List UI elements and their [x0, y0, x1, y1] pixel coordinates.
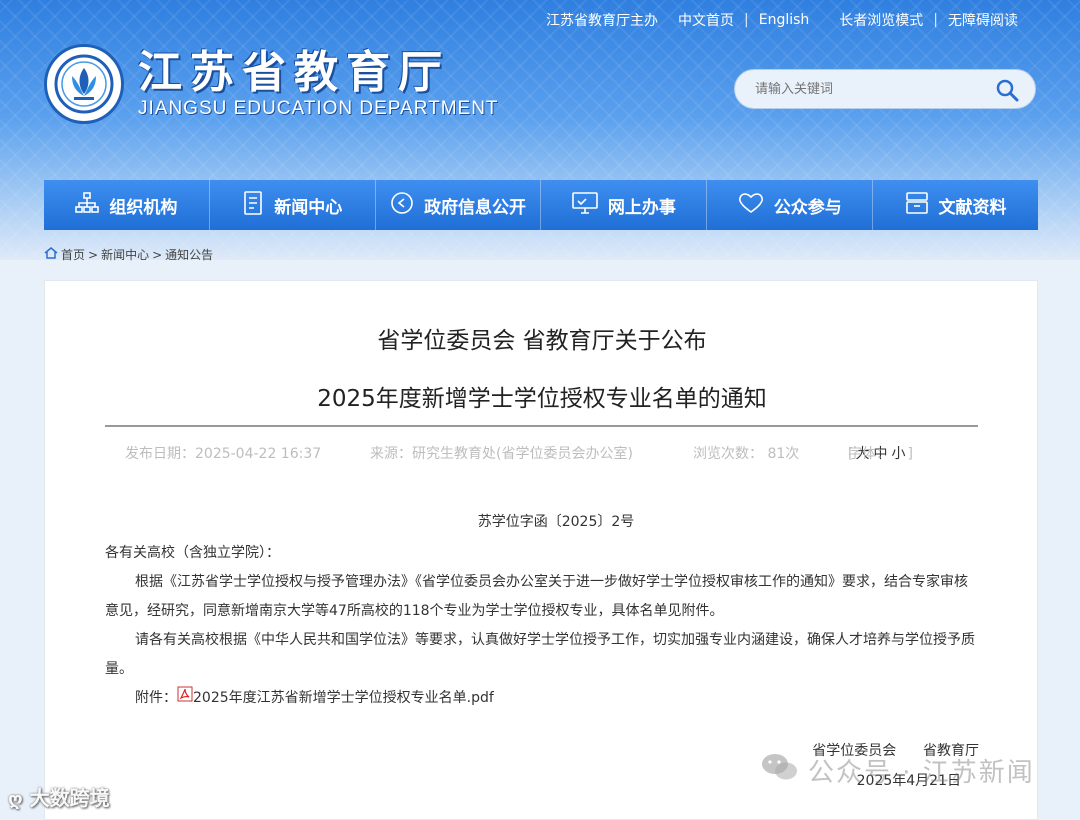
corner-watermark-text: 大数跨境 [29, 786, 110, 810]
attachment-link[interactable]: 2025年度江苏省新增学士学位授权专业名单.pdf [193, 684, 494, 713]
site-logo[interactable]: 江苏省教育厅 JIANGSU EDUCATION DEPARTMENT [44, 44, 499, 124]
nav-item-documents[interactable]: 文献资料 [873, 180, 1038, 230]
search-input[interactable] [753, 80, 977, 98]
wechat-watermark-text: 公众号 · 江苏新闻 [808, 758, 1035, 788]
info-circle-icon [390, 191, 414, 220]
attachment-label: 附件： [135, 690, 177, 706]
emblem-icon [44, 44, 124, 124]
search-icon[interactable] [995, 78, 1019, 106]
article-source: 来源：研究生教育处(省学位委员会办公室) [370, 446, 633, 462]
breadcrumb-home[interactable]: 首页 [61, 246, 85, 263]
article-title-line1: 省学位委员会 省教育厅关于公布 [377, 328, 707, 354]
salutation: 各有关高校（含独立学院）： [105, 545, 280, 561]
top-links: 江苏省教育厅主办 中文首页 | English 长者浏览模式 | 无障碍阅读 [536, 10, 1028, 30]
link-elder-mode[interactable]: 长者浏览模式 [829, 10, 933, 30]
main-nav: 组织机构 新闻中心 政府信息公开 网上办事 公众参与 文献资料 [44, 180, 1038, 230]
breadcrumb-news[interactable]: 新闻中心 [101, 246, 149, 263]
font-size-label: 字体： [848, 446, 890, 462]
archive-icon [905, 191, 929, 219]
home-icon[interactable] [44, 247, 58, 262]
nav-label: 新闻中心 [274, 197, 343, 218]
heart-icon [738, 192, 764, 219]
paragraph-2: 请各有关高校根据《中华人民共和国学位法》等要求，认真做好学士学位授予工作，切实加… [105, 632, 975, 677]
article-body: 各有关高校（含独立学院）： 根据《江苏省学士学位授权与授予管理办法》《省学位委员… [105, 539, 975, 713]
nav-item-gov-info[interactable]: 政府信息公开 [376, 180, 542, 230]
document-number: 苏学位字函〔2025〕2号 [477, 514, 635, 530]
article-title-line2: 2025年度新增学士学位授权专业名单的通知 [317, 386, 767, 412]
font-size-switcher: 字体：[大中小] [848, 443, 913, 463]
publish-date: 发布日期：2025-04-22 16:37 [125, 446, 322, 462]
view-count: 浏览次数： 81次 [693, 446, 800, 462]
search-box [734, 69, 1036, 109]
nav-item-public-participation[interactable]: 公众参与 [707, 180, 874, 230]
breadcrumb-notices[interactable]: 通知公告 [165, 246, 213, 263]
link-chinese-home[interactable]: 中文首页 [668, 10, 744, 30]
nav-label: 公众参与 [773, 197, 842, 218]
nav-label: 组织机构 [109, 197, 178, 218]
wechat-icon [760, 752, 800, 789]
wechat-watermark: 公众号 · 江苏新闻 [760, 752, 1035, 789]
monitor-icon [572, 191, 598, 219]
site-title-cn: 江苏省教育厅 [138, 47, 450, 98]
attachment: 附件： 2025年度江苏省新增学士学位授权专业名单.pdf [105, 684, 975, 713]
site-title-en: JIANGSU EDUCATION DEPARTMENT [138, 98, 499, 119]
nav-item-news[interactable]: 新闻中心 [210, 180, 376, 230]
corner-watermark: ღ 大数跨境 [8, 782, 110, 811]
nav-label: 政府信息公开 [424, 197, 527, 218]
nav-item-online-service[interactable]: 网上办事 [541, 180, 708, 230]
paragraph-1: 根据《江苏省学士学位授权与授予管理办法》《省学位委员会办公室关于进一步做好学士学… [105, 574, 968, 619]
nav-item-organization[interactable]: 组织机构 [44, 180, 210, 230]
link-accessibility[interactable]: 无障碍阅读 [938, 10, 1028, 30]
link-english[interactable]: English [749, 12, 820, 28]
nav-label: 网上办事 [607, 197, 676, 218]
nav-label: 文献资料 [938, 197, 1007, 218]
breadcrumb: 首页 > 新闻中心 > 通知公告 [44, 246, 213, 263]
article-panel: 省学位委员会 省教育厅关于公布 2025年度新增学士学位授权专业名单的通知 发布… [44, 280, 1038, 820]
brand-icon: ღ [8, 789, 23, 810]
title-divider [105, 425, 978, 427]
document-icon [242, 190, 264, 220]
org-chart-icon [75, 191, 100, 219]
link-host[interactable]: 江苏省教育厅主办 [536, 10, 668, 30]
pdf-icon [177, 684, 193, 713]
font-size-small[interactable]: 小 [891, 446, 905, 462]
